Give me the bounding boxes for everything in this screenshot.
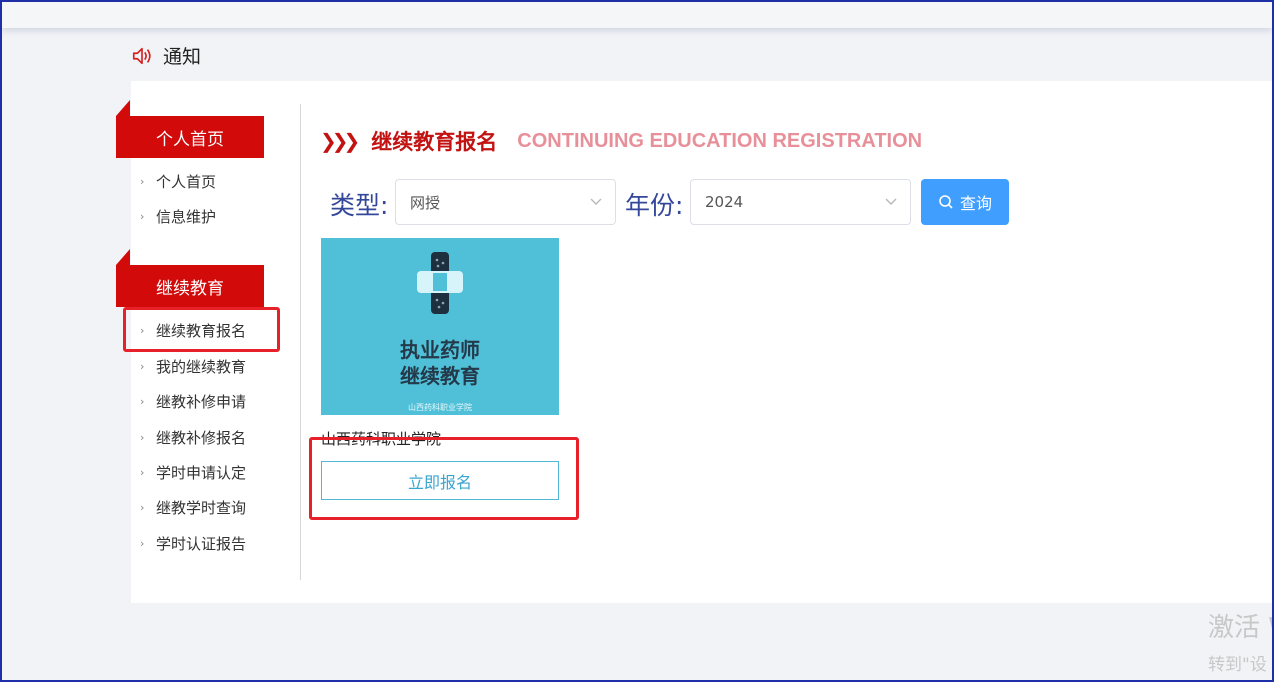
sidebar-divider (300, 104, 301, 580)
course-card-image[interactable]: 执业药师 继续教育 山西药科职业学院 (321, 238, 559, 415)
sidebar-item-label: 继教学时查询 (156, 498, 247, 517)
year-select[interactable]: 2024 (690, 179, 911, 225)
sidebar-item-label: 个人首页 (156, 172, 217, 191)
query-label: 查询 (959, 194, 992, 213)
sidebar-item-label: 继教补修报名 (156, 428, 247, 447)
sidebar-section-continuing-education: 继续教育 (116, 249, 264, 307)
content-panel (131, 81, 1272, 603)
sidebar-item-hours-report[interactable]: › 学时认证报告 (140, 532, 246, 554)
chevron-right-icon: › (140, 430, 145, 444)
sidebar-item-label: 学时申请认定 (156, 463, 247, 482)
card-title-line2: 继续教育 (400, 364, 480, 388)
chevron-down-icon (885, 198, 897, 205)
top-bar (2, 2, 1272, 28)
highlight-box-register (309, 437, 579, 520)
activation-watermark: 激活 W (1208, 613, 1274, 643)
year-value: 2024 (705, 193, 744, 211)
sidebar-item-info-maintenance[interactable]: › 信息维护 (140, 205, 216, 227)
card-title-line1: 执业药师 (400, 338, 480, 362)
sidebar-section-personal: 个人首页 (116, 100, 264, 158)
section-title: ❯❯❯ 继续教育报名 CONTINUING EDUCATION REGISTRA… (320, 126, 922, 156)
chevron-right-icon: › (140, 536, 145, 550)
year-label: 年份: (625, 191, 684, 220)
notice-label: 通知 (163, 46, 202, 68)
sidebar-item-hours-query[interactable]: › 继教学时查询 (140, 496, 246, 518)
sidebar-item-label: 信息维护 (156, 207, 217, 226)
sidebar-item-personal-home[interactable]: › 个人首页 (140, 170, 216, 192)
triple-chevron-icon: ❯❯❯ (320, 129, 360, 153)
title-cn: 继续教育报名 (371, 130, 498, 154)
sidebar-item-hours-certification[interactable]: › 学时申请认定 (140, 461, 246, 483)
activation-watermark-hint: 转到"设 (1208, 655, 1267, 675)
sidebar-item-makeup-application[interactable]: › 继教补修申请 (140, 390, 246, 412)
bandage-icon (417, 252, 463, 314)
query-button[interactable]: 查询 (921, 179, 1009, 225)
sidebar-item-label: 学时认证报告 (156, 534, 247, 553)
highlight-box-sidebar (123, 307, 280, 352)
sidebar-item-my-ce[interactable]: › 我的继续教育 (140, 355, 246, 377)
speaker-icon (132, 47, 151, 64)
type-select[interactable]: 网授 (395, 179, 616, 225)
search-icon (939, 195, 953, 209)
chevron-down-icon (590, 198, 602, 205)
chevron-right-icon: › (140, 209, 145, 223)
chevron-right-icon: › (140, 394, 145, 408)
sidebar-item-label: 继教补修申请 (156, 392, 247, 411)
chevron-right-icon: › (140, 500, 145, 514)
card-image-school: 山西药科职业学院 (408, 403, 472, 412)
chevron-right-icon: › (140, 359, 145, 373)
title-en: CONTINUING EDUCATION REGISTRATION (517, 129, 923, 152)
chevron-right-icon: › (140, 465, 145, 479)
type-label: 类型: (330, 191, 389, 220)
sidebar-item-makeup-registration[interactable]: › 继教补修报名 (140, 426, 246, 448)
sidebar-item-label: 我的继续教育 (156, 357, 247, 376)
type-value: 网授 (410, 193, 441, 212)
chevron-right-icon: › (140, 174, 145, 188)
notice-bar[interactable]: 通知 (131, 42, 201, 69)
